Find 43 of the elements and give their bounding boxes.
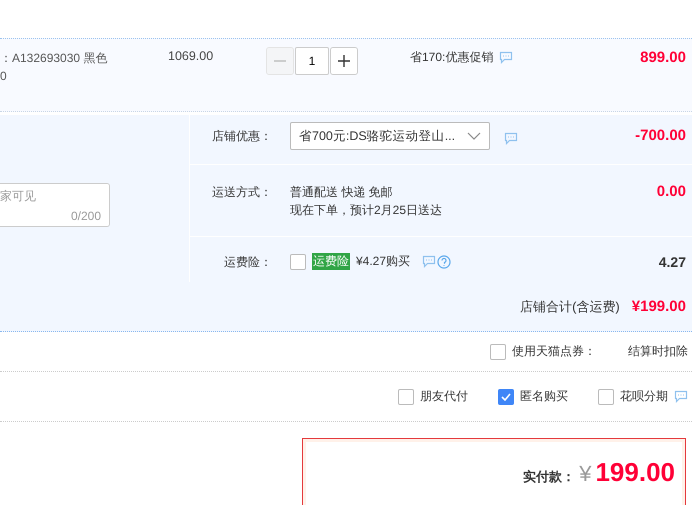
option-label: 花呗分期 <box>620 388 668 405</box>
shipping-text: 普通配送 快递 免邮 <box>290 184 394 201</box>
currency-symbol: ¥ <box>579 461 592 487</box>
option-checkbox[interactable] <box>598 388 614 404</box>
coupon-checkbox[interactable] <box>490 344 506 360</box>
increase-button[interactable] <box>330 47 358 75</box>
coupon-note: 结算时扣除 <box>628 343 688 360</box>
plus-icon <box>337 54 351 68</box>
message-placeholder: 家可见 <box>0 188 37 204</box>
discount-select[interactable]: 省700元:DS骆驼运动登山... <box>290 122 490 150</box>
insurance-price: ¥4.27购买 <box>356 253 410 270</box>
payment-label: 实付款： <box>523 468 576 486</box>
shop-total-value: ¥199.00 <box>632 298 686 315</box>
item-spec: 0 <box>0 68 8 85</box>
insurance-checkbox[interactable] <box>290 254 306 270</box>
option-checkbox[interactable] <box>398 388 414 404</box>
option-checkbox[interactable] <box>498 388 514 404</box>
shipping-text: 现在下单，预计2月25日送达 <box>290 202 442 219</box>
chat-icon[interactable] <box>504 132 518 145</box>
row-amount: 4.27 <box>658 253 686 271</box>
check-icon <box>501 392 511 400</box>
coupon-label: 使用天猫点券： <box>512 343 596 360</box>
row-label: 运费险： <box>223 254 273 271</box>
row-label: 店铺优惠： <box>211 128 273 145</box>
char-counter: 0/200 <box>70 208 101 222</box>
row-amount: -700.00 <box>635 127 686 145</box>
row-label: 运送方式： <box>211 184 273 201</box>
item-subtotal: 899.00 <box>640 49 686 66</box>
payment-amount: 199.00 <box>595 457 675 488</box>
chat-icon[interactable] <box>674 390 688 403</box>
option-label: 匿名购买 <box>520 388 568 405</box>
promo-text: 省170:优惠促销 <box>410 49 494 66</box>
shop-total-label: 店铺合计(含运费) <box>520 298 620 316</box>
option-label: 朋友代付 <box>420 388 468 405</box>
help-icon[interactable] <box>437 254 452 268</box>
insurance-tag: 运费险 <box>312 253 350 270</box>
row-amount: 0.00 <box>656 183 686 201</box>
chat-icon[interactable] <box>422 254 436 268</box>
unit-price: 1069.00 <box>168 49 214 63</box>
chevron-down-icon <box>467 132 481 140</box>
chat-icon[interactable] <box>499 51 514 64</box>
item-spec: ：A132693030 黑色 <box>0 50 108 67</box>
quantity-field[interactable]: 1 <box>295 47 329 75</box>
